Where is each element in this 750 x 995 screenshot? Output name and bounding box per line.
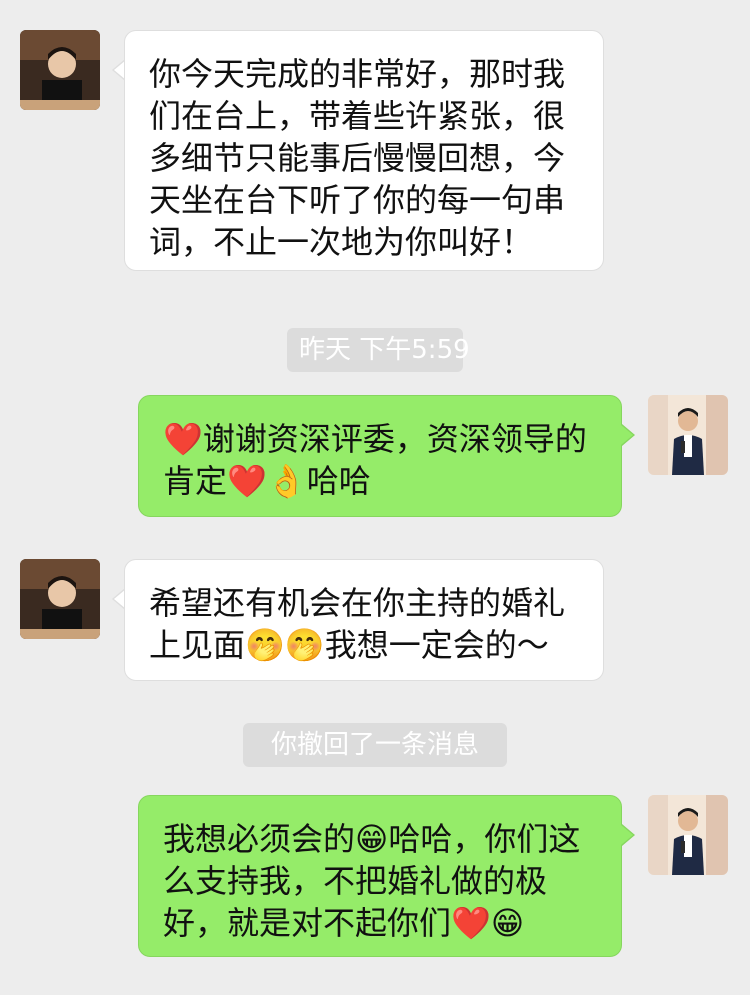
message-bubble[interactable]: ❤️谢谢资深评委，资深领导的肯定❤️👌哈哈 [138,395,622,517]
my-avatar[interactable] [648,395,728,475]
message-bubble[interactable]: 希望还有机会在你主持的婚礼上见面🤭🤭我想一定会的～ [124,559,604,681]
contact-avatar[interactable] [20,30,100,110]
message-bubble[interactable]: 你今天完成的非常好，那时我们在台上，带着些许紧张，很多细节只能事后慢慢回想，今天… [124,30,604,271]
contact-avatar[interactable] [20,559,100,639]
timestamp-label: 昨天 下午5:59 [287,328,470,372]
message-bubble[interactable]: 我想必须会的😁哈哈，你们这么支持我，不把婚礼做的极好，就是对不起你们❤️😁 [138,795,622,957]
my-avatar[interactable] [648,795,728,875]
recall-notice: 你撤回了一条消息 [243,723,507,767]
